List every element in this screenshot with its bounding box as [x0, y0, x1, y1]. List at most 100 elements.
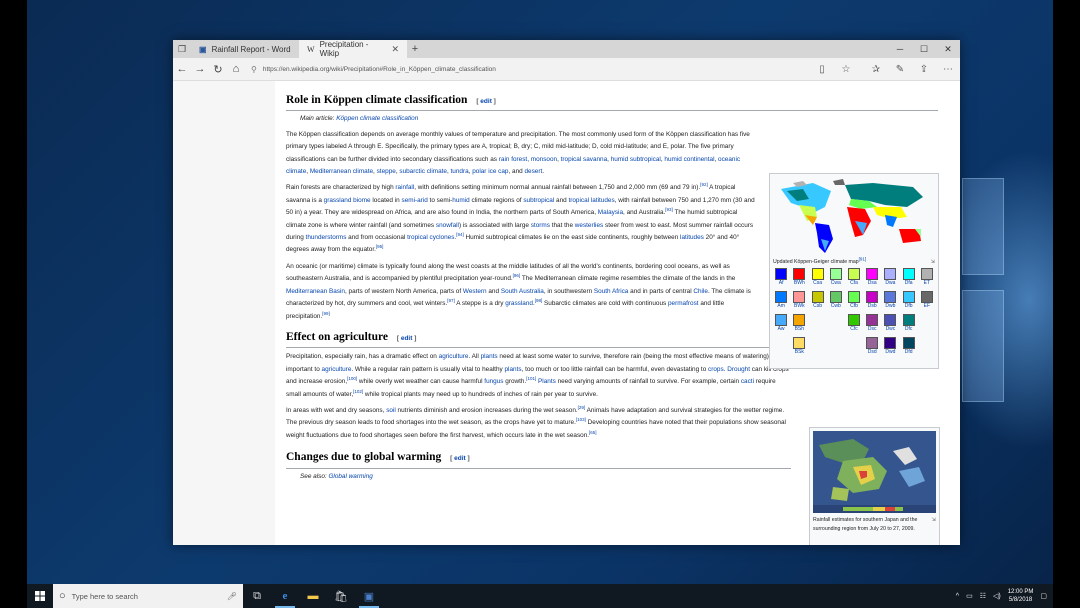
legend-item-Dwa[interactable]: Dwa — [882, 268, 898, 290]
close-tab-icon[interactable]: ✕ — [391, 44, 399, 55]
refresh-icon[interactable]: ↻ — [209, 63, 227, 76]
legend-item-Dsc[interactable]: Dsc — [864, 314, 880, 336]
edit-link[interactable]: [ edit ] — [450, 455, 470, 462]
wiki-link[interactable]: subarctic climate — [399, 168, 447, 175]
forward-arrow-icon[interactable]: → — [191, 63, 209, 75]
wiki-link[interactable]: rain forest — [499, 156, 527, 163]
start-button[interactable] — [27, 591, 53, 601]
legend-item-Dwd[interactable]: Dwd — [882, 337, 898, 359]
wiki-link[interactable]: tundra — [451, 168, 469, 175]
favorites-hub-icon[interactable]: ✰ — [864, 64, 888, 75]
enlarge-icon[interactable]: ⇲ — [931, 259, 935, 265]
clock[interactable]: 12:00 PM 5/8/2018 — [1008, 588, 1034, 604]
wiki-link[interactable]: plants — [504, 366, 521, 373]
citation-link[interactable]: [92] — [700, 182, 708, 188]
legend-item-Dwc[interactable]: Dwc — [882, 314, 898, 336]
koppen-world-map[interactable] — [773, 177, 935, 257]
wiki-link[interactable]: agriculture — [439, 353, 469, 360]
legend-item-Dwb[interactable]: Dwb — [882, 291, 898, 313]
close-window-button[interactable]: ✕ — [936, 40, 960, 58]
legend-item-ET[interactable]: ET — [919, 268, 935, 290]
enlarge-icon[interactable]: ⇲ — [932, 516, 936, 525]
new-tab-button[interactable]: + — [407, 40, 423, 58]
legend-item-BWh[interactable]: BWh — [791, 268, 807, 290]
volume-icon[interactable]: ◁) — [993, 592, 1001, 600]
wiki-link[interactable]: Drought — [727, 366, 750, 373]
address-bar[interactable]: ⚲ https://en.wikipedia.org/wiki/Precipit… — [251, 62, 806, 76]
citation-link[interactable]: [93] — [665, 207, 673, 212]
maximize-button[interactable]: ☐ — [912, 40, 936, 58]
minimize-button[interactable]: ─ — [888, 40, 912, 58]
back-arrow-icon[interactable]: ← — [173, 63, 191, 75]
notifications-icon[interactable]: ▢ — [1040, 592, 1047, 600]
wiki-link[interactable]: Plants — [538, 378, 556, 385]
wiki-link[interactable]: humid continental — [664, 156, 714, 163]
wiki-link[interactable]: storms — [531, 222, 550, 229]
wiki-link[interactable]: South Africa — [594, 288, 628, 295]
legend-item-EF[interactable]: EF — [919, 291, 935, 313]
citation-link[interactable]: [100] — [347, 376, 357, 381]
legend-item-Csa[interactable]: Csa — [809, 268, 825, 290]
citation-link[interactable]: [65] — [589, 430, 597, 435]
wiki-link[interactable]: thunderstorms — [306, 234, 347, 241]
wiki-link[interactable]: soil — [386, 407, 396, 414]
chevron-up-icon[interactable]: ^ — [956, 593, 959, 600]
citation-link[interactable]: [97] — [447, 298, 455, 303]
microphone-icon[interactable]: 🎤︎ — [227, 592, 237, 601]
share-icon[interactable]: ⇪ — [912, 64, 936, 75]
edit-link[interactable]: [ edit ] — [476, 98, 496, 105]
citation-link[interactable]: [96] — [513, 273, 521, 278]
wiki-link[interactable]: Western — [463, 288, 487, 295]
wiki-link[interactable]: westerlies — [575, 222, 603, 229]
legend-item-Aw[interactable]: Aw — [773, 314, 789, 336]
edit-link[interactable]: [ edit ] — [397, 335, 417, 342]
wiki-link[interactable]: humid — [452, 197, 469, 204]
tab-preview-icon[interactable]: ❐ — [173, 40, 191, 58]
citation-link[interactable]: [95] — [376, 244, 384, 250]
wiki-link[interactable]: Chile — [693, 288, 708, 295]
file-explorer-icon[interactable]: ▬ — [299, 584, 327, 608]
home-icon[interactable]: ⌂ — [227, 63, 245, 75]
wiki-link[interactable]: subtropical — [523, 197, 554, 204]
word-taskbar-icon[interactable]: ▣ — [355, 584, 383, 608]
legend-item-BWk[interactable]: BWk — [791, 291, 807, 313]
citation-link[interactable]: [98] — [535, 298, 543, 303]
legend-item-Cfc[interactable]: Cfc — [846, 314, 862, 336]
citation-link[interactable]: [94] — [456, 232, 464, 237]
citation-link[interactable]: [102] — [353, 388, 363, 394]
store-icon[interactable]: 🛍︎ — [327, 584, 355, 608]
wiki-link[interactable]: humid subtropical — [611, 156, 661, 163]
wiki-link[interactable]: fungus — [484, 378, 503, 385]
edge-icon[interactable]: e — [271, 584, 299, 608]
citation-link[interactable]: [99] — [322, 310, 330, 316]
legend-item-Dfb[interactable]: Dfb — [901, 291, 917, 313]
legend-item-Dsa[interactable]: Dsa — [864, 268, 880, 290]
wiki-link[interactable]: permafrost — [668, 300, 699, 307]
more-icon[interactable]: ⋯ — [936, 64, 960, 75]
wiki-link[interactable]: grassland — [324, 197, 352, 204]
reading-view-icon[interactable]: ▯ — [810, 64, 834, 75]
legend-item-Csb[interactable]: Csb — [809, 291, 825, 313]
wiki-link[interactable]: plants — [481, 353, 498, 360]
wiki-link[interactable]: tropical latitudes — [568, 197, 614, 204]
legend-item-BSk[interactable]: BSk — [791, 337, 807, 359]
wiki-link[interactable]: tropical savanna — [561, 156, 608, 163]
wiki-link[interactable]: cacti — [741, 378, 754, 385]
wiki-link[interactable]: desert — [524, 168, 542, 175]
wiki-link[interactable]: South Australia — [501, 288, 544, 295]
rainfall-map[interactable] — [813, 431, 936, 513]
wiki-link[interactable]: monsoon — [531, 156, 557, 163]
tab-precipitation[interactable]: W Precipitation - Wikip ✕ — [299, 40, 407, 58]
wiki-link[interactable]: polar ice cap — [472, 168, 508, 175]
wiki-link[interactable]: Malaysia — [598, 209, 623, 216]
legend-item-Cwb[interactable]: Cwb — [828, 291, 844, 313]
legend-item-Dfa[interactable]: Dfa — [901, 268, 917, 290]
wiki-link[interactable]: rainfall — [395, 184, 414, 191]
legend-item-BSh[interactable]: BSh — [791, 314, 807, 336]
wiki-link[interactable]: latitudes — [680, 234, 704, 241]
legend-item-Cfb[interactable]: Cfb — [846, 291, 862, 313]
legend-item-Cfa[interactable]: Cfa — [846, 268, 862, 290]
legend-item-Af[interactable]: Af — [773, 268, 789, 290]
legend-item-Dfc[interactable]: Dfc — [901, 314, 917, 336]
tab-word[interactable]: ▣ Rainfall Report - Word — [191, 40, 299, 58]
